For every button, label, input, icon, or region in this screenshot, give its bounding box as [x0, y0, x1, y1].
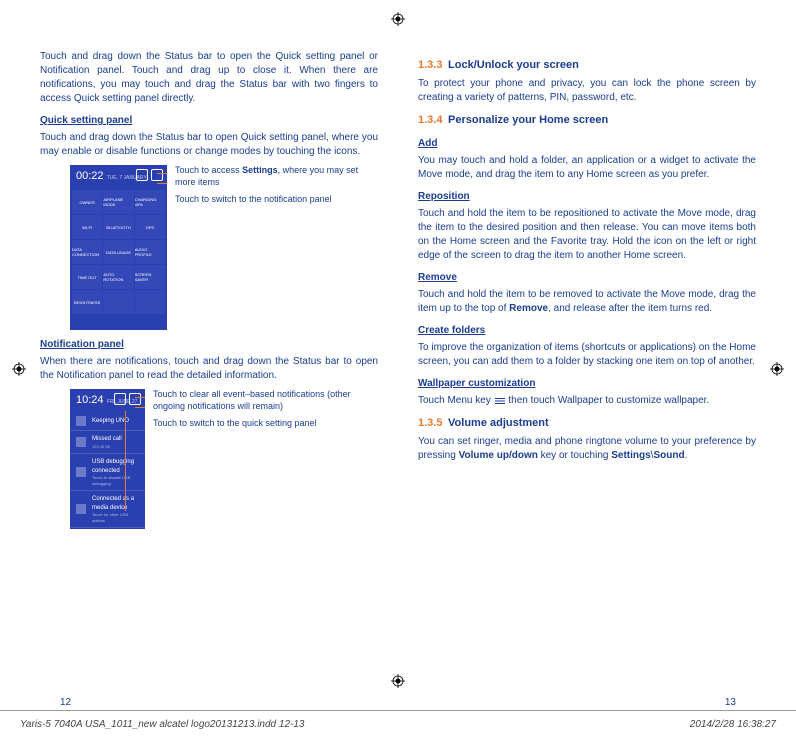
page-left: Touch and drag down the Status bar to op…	[40, 50, 378, 670]
page-right: 1.3.3 Lock/Unlock your screen To protect…	[418, 50, 756, 670]
registration-mark-icon	[391, 12, 405, 26]
remove-body: Touch and hold the item to be removed to…	[418, 288, 756, 316]
create-folders-body: To improve the organization of items (sh…	[418, 341, 756, 369]
np-annotations: Touch to clear all event–based notificat…	[153, 389, 378, 529]
callout-line-icon	[135, 397, 145, 398]
annotation-switch-notif: Touch to switch to the notification pane…	[175, 194, 378, 206]
notification-icon	[76, 416, 86, 426]
quick-setting-tile	[135, 290, 165, 314]
add-heading: Add	[418, 137, 756, 151]
notification-row: USB debugging connectedTouch to disable …	[70, 454, 145, 491]
quick-setting-tile: DATA USAGE	[103, 240, 133, 264]
quick-setting-tile: BLUETOOTH	[103, 215, 133, 239]
quick-setting-tile: OWNER	[72, 190, 102, 214]
annotation-settings: Touch to access Settings, where you may …	[175, 165, 378, 188]
wallpaper-heading: Wallpaper customization	[418, 377, 756, 391]
quick-setting-tile: SCREEN SAVER	[135, 265, 165, 289]
notification-row: Keeping UNO	[70, 412, 145, 431]
quick-setting-tile	[103, 290, 133, 314]
quick-setting-tile: GPS	[135, 215, 165, 239]
section-135-body: You can set ringer, media and phone ring…	[418, 435, 756, 463]
create-folders-heading: Create folders	[418, 324, 756, 338]
quick-setting-tile: TIME OUT	[72, 265, 102, 289]
indd-timestamp: 2014/2/28 16:38:27	[690, 719, 776, 730]
quick-setting-tile: AUDIO PROFILE	[135, 240, 165, 264]
quick-setting-screenshot-block: 00:22 TUE, 7 JANUARY OWNERAIRPLANE MODEC…	[70, 165, 378, 330]
section-134-heading: 1.3.4 Personalize your Home screen	[418, 113, 756, 128]
notification-phone-screenshot: 10:24 FRI, JUNE 27 Keeping UNOMissed cal…	[70, 389, 145, 529]
quick-setting-tile: AIRPLANE MODE	[103, 190, 133, 214]
notification-screenshot-block: 10:24 FRI, JUNE 27 Keeping UNOMissed cal…	[70, 389, 378, 529]
notification-row: Connected as a media deviceTouch for oth…	[70, 491, 145, 528]
section-133-body: To protect your phone and privacy, you c…	[418, 77, 756, 105]
remove-heading: Remove	[418, 271, 756, 285]
quick-setting-body: Touch and drag down the Status bar to op…	[40, 131, 378, 159]
reposition-heading: Reposition	[418, 190, 756, 204]
quick-setting-tile: WI-FI	[72, 215, 102, 239]
quick-setting-tile: DATA CONNECTION	[72, 240, 102, 264]
menu-key-icon	[494, 396, 506, 404]
page-number-left: 12	[60, 697, 71, 708]
wallpaper-body: Touch Menu key then touch Wallpaper to c…	[418, 394, 756, 408]
notification-body: When there are notifications, touch and …	[40, 355, 378, 383]
quick-setting-heading: Quick setting panel	[40, 114, 378, 128]
switch-panel-icon	[151, 169, 163, 181]
section-135-heading: 1.3.5 Volume adjustment	[418, 416, 756, 431]
page-footer: 12 13	[0, 697, 796, 708]
quick-setting-tile: BRIGHTNESS	[72, 290, 102, 314]
registration-mark-icon	[770, 362, 784, 376]
section-133-heading: 1.3.3 Lock/Unlock your screen	[418, 58, 756, 73]
notification-icon	[76, 467, 86, 477]
qsp-annotations: Touch to access Settings, where you may …	[175, 165, 378, 330]
indesign-slug: Yaris-5 7040A USA_1011_new alcatel logo2…	[0, 710, 796, 738]
indd-filename: Yaris-5 7040A USA_1011_new alcatel logo2…	[20, 719, 304, 730]
quick-setting-phone-screenshot: 00:22 TUE, 7 JANUARY OWNERAIRPLANE MODEC…	[70, 165, 167, 330]
quick-setting-tile: AUTO ROTATION	[103, 265, 133, 289]
reposition-body: Touch and hold the item to be reposition…	[418, 207, 756, 263]
page-number-right: 13	[725, 697, 736, 708]
callout-line-icon	[135, 407, 145, 408]
notification-icon	[76, 504, 86, 514]
add-body: You may touch and hold a folder, an appl…	[418, 154, 756, 182]
quick-setting-tile: CHARGING: 49%	[135, 190, 165, 214]
callout-line-icon	[157, 173, 167, 174]
callout-arrow-icon	[125, 411, 126, 511]
callout-line-icon	[157, 183, 167, 184]
annotation-switch-qsp: Touch to switch to the quick setting pan…	[153, 418, 378, 430]
intro-paragraph: Touch and drag down the Status bar to op…	[40, 50, 378, 106]
notification-icon	[76, 437, 86, 447]
registration-mark-icon	[391, 674, 405, 688]
notification-heading: Notification panel	[40, 338, 378, 352]
registration-mark-icon	[12, 362, 26, 376]
notification-row: Missed call123 45 56	[70, 431, 145, 454]
annotation-clear: Touch to clear all event–based notificat…	[153, 389, 378, 412]
